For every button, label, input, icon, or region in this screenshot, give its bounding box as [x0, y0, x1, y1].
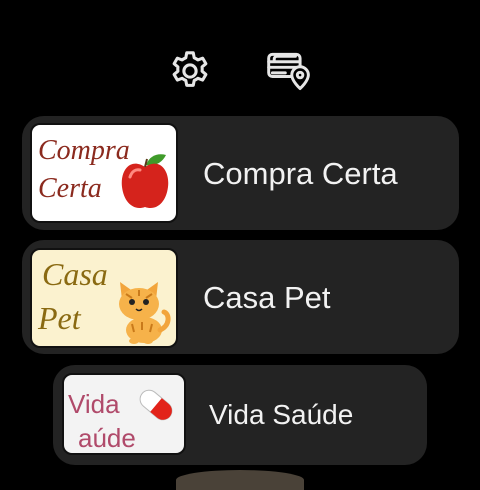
store-name: Casa Pet — [203, 280, 331, 315]
store-thumbnail: Compra Certa — [30, 123, 178, 223]
store-name: Vida Saúde — [209, 399, 354, 430]
settings-button[interactable] — [165, 46, 215, 96]
card-location-icon — [265, 48, 313, 94]
thumb-text-line1: Compra — [38, 135, 130, 166]
store-name: Compra Certa — [203, 156, 398, 191]
store-card-compra-certa[interactable]: Compra Certa Compra Certa — [22, 116, 459, 230]
thumb-text-line2: Pet — [38, 300, 81, 336]
gear-icon — [167, 48, 213, 94]
thumb-text-line2: Certa — [38, 173, 102, 204]
cat-icon — [112, 278, 172, 346]
wallet-location-button[interactable] — [264, 46, 314, 96]
thumb-text-line1: Casa — [42, 256, 108, 292]
next-card-edge — [176, 470, 304, 490]
thumb-text-line1: Vida — [68, 389, 120, 419]
store-card-casa-pet[interactable]: Casa Pet Casa Pet — [22, 240, 459, 354]
store-thumbnail: Casa Pet — [30, 248, 178, 348]
thumb-text-line2: aúde — [78, 423, 136, 453]
pill-icon — [130, 381, 182, 434]
store-thumbnail: Vida aúde — [62, 373, 186, 455]
store-card-vida-saude[interactable]: Vida aúde Vida Saúde — [53, 365, 427, 465]
apple-icon — [118, 147, 172, 218]
